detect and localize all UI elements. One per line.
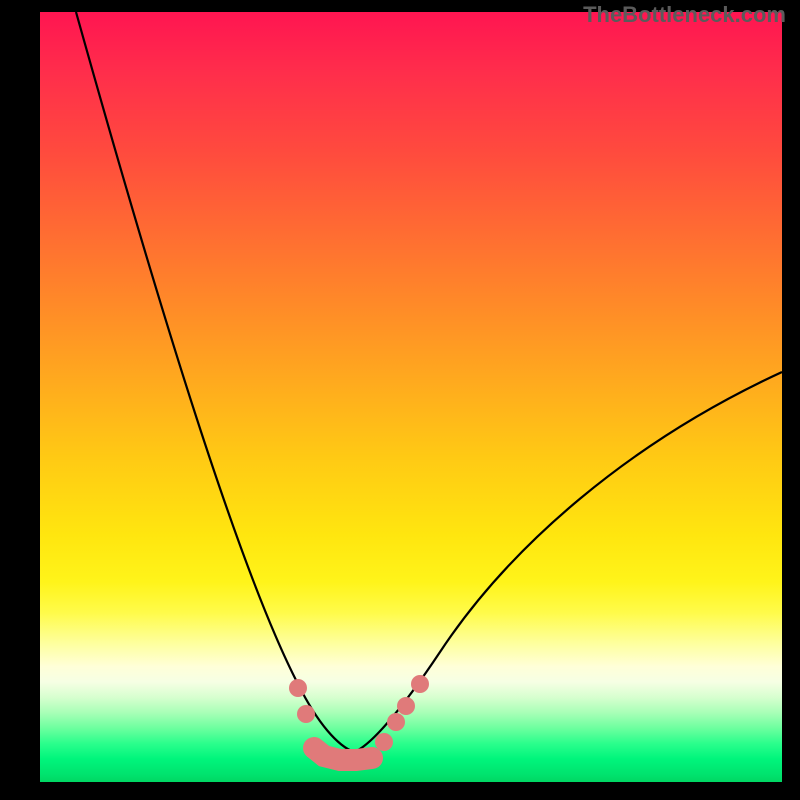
marker-dot	[411, 675, 429, 693]
marker-dot	[375, 733, 393, 751]
curve-layer	[40, 12, 782, 782]
marker-dot	[289, 679, 307, 697]
marker-floor	[314, 748, 372, 760]
chart-frame: TheBottleneck.com	[0, 0, 800, 800]
marker-dot	[297, 705, 315, 723]
bottleneck-curve	[76, 12, 782, 752]
marker-dot	[397, 697, 415, 715]
marker-dot	[387, 713, 405, 731]
